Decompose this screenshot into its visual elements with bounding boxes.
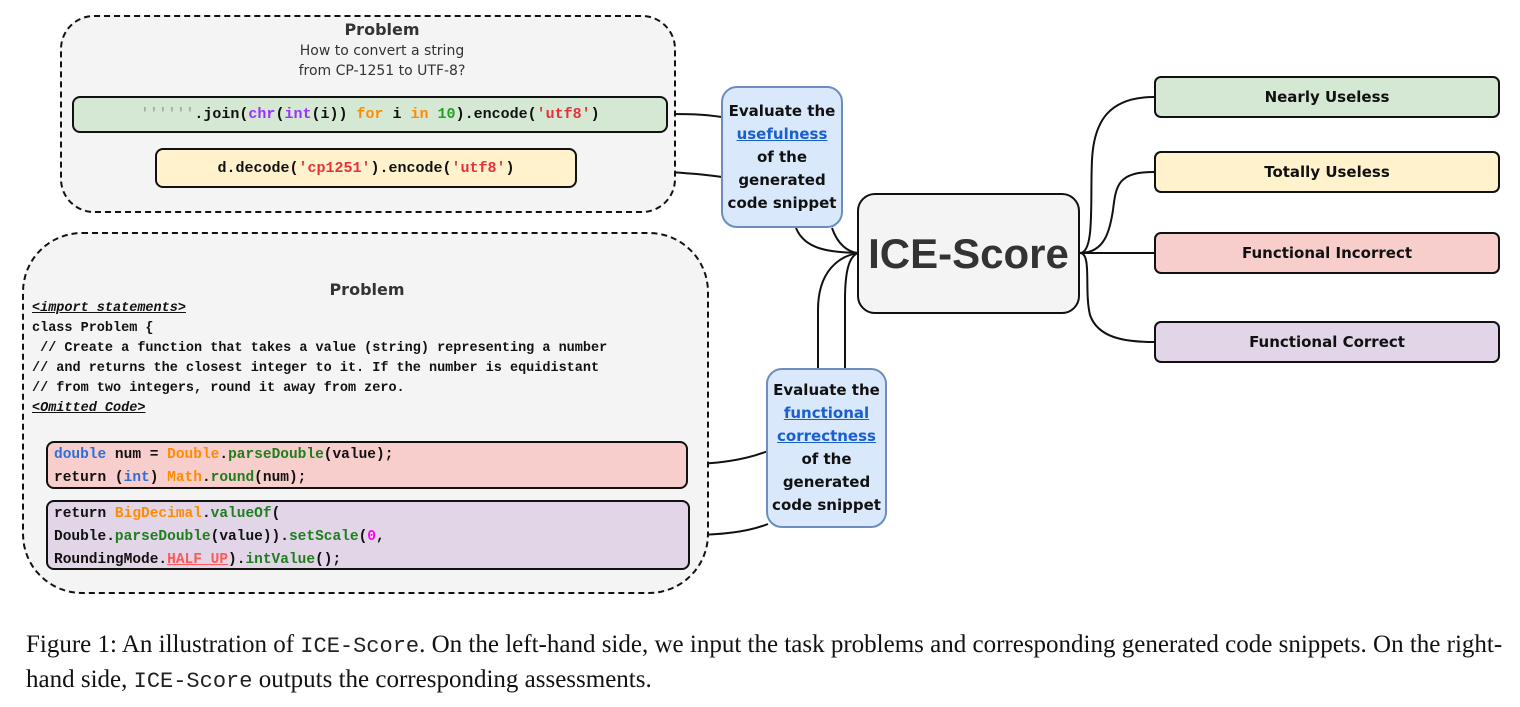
token: Double — [167, 447, 220, 463]
token: '''''' — [140, 106, 195, 123]
token: .join( — [194, 106, 249, 123]
bubble-text: generated — [738, 170, 826, 189]
token: ( — [275, 106, 285, 123]
code-line: return (int) Math.round(num); — [54, 467, 680, 490]
token: return ( — [54, 470, 124, 486]
comment-line-3: // from two integers, round it away from… — [32, 381, 405, 396]
bubble-text: of the — [801, 450, 852, 468]
token: intValue — [245, 552, 316, 568]
token: return — [54, 506, 115, 522]
token: . — [201, 506, 211, 522]
token: ). — [228, 552, 246, 568]
token: HALF_UP — [167, 552, 229, 568]
class-line: class Problem { — [32, 321, 154, 336]
token: double — [54, 447, 107, 463]
code-snippet-join: '''''' .join(chr(int (i)) for i in 10).enc… — [72, 96, 668, 133]
token: parseDouble — [228, 447, 324, 463]
token: 0 — [367, 529, 376, 545]
usefulness-link[interactable]: usefulness — [723, 123, 841, 146]
top-problem-description-line2: from CP-1251 to UTF-8? — [298, 63, 466, 79]
token: RoundingMode. — [54, 552, 168, 568]
bubble-text: Evaluate the — [773, 381, 880, 399]
comment-line-1: // Create a function that takes a value … — [32, 341, 608, 356]
import-statements-tag: <import statements> — [32, 301, 186, 316]
token: Math — [167, 470, 202, 486]
bottom-problem-code: <import statements> class Problem { // C… — [32, 299, 607, 419]
token: ( — [358, 529, 368, 545]
wire-usefulness-to-center-b — [831, 227, 859, 254]
top-problem-title: Problem — [344, 20, 420, 39]
code-line: double num = Double.parseDouble(value); — [54, 444, 680, 467]
token: 10 — [437, 106, 456, 123]
output-functional-correct: Functional Correct — [1154, 321, 1500, 363]
wire-center-to-totally-useless — [1079, 171, 1155, 254]
evaluate-functional-correctness-bubble: Evaluate the functional correctness of t… — [766, 368, 887, 528]
bubble-text: code snippet — [772, 496, 881, 514]
top-problem-description-line1: How to convert a string — [299, 43, 465, 59]
token: 'utf8' — [536, 106, 591, 123]
token: in — [410, 106, 429, 123]
bubble-text: generated — [782, 473, 871, 491]
code-snippet-math-round: double num = Double.parseDouble(value); r… — [46, 441, 688, 489]
token: ) — [149, 470, 168, 486]
output-functional-incorrect: Functional Incorrect — [1154, 232, 1500, 274]
token: (); — [315, 552, 342, 568]
wire-center-to-functional-correct — [1079, 252, 1155, 343]
token: ) — [590, 106, 600, 123]
token: (i)) — [311, 106, 357, 123]
token: (value)). — [210, 529, 289, 545]
output-totally-useless: Totally Useless — [1154, 151, 1500, 193]
bubble-text: Evaluate the — [728, 101, 836, 120]
token: , — [376, 529, 385, 545]
token: round — [210, 470, 255, 486]
token: BigDecimal — [114, 506, 202, 522]
bubble-text: of the — [756, 147, 808, 166]
token: setScale — [288, 529, 359, 545]
token: Double. — [54, 529, 115, 545]
token: num = — [106, 447, 168, 463]
output-nearly-useless: Nearly Useless — [1154, 76, 1500, 118]
omitted-code-tag: <Omitted Code> — [32, 401, 146, 416]
token: . — [201, 470, 211, 486]
ice-score-box: ICE-Score — [857, 193, 1080, 314]
token: ).encode( — [370, 159, 452, 177]
caption-mono-1: ICE-Score — [300, 634, 420, 659]
code-snippet-bigdecimal: return BigDecimal.valueOf(Double.parseDo… — [46, 500, 690, 570]
evaluate-usefulness-bubble: Evaluate the usefulness of the generated… — [721, 86, 843, 228]
bubble-text: code snippet — [727, 193, 837, 212]
caption-mono-2: ICE-Score — [133, 669, 253, 694]
comment-line-2: // and returns the closest integer to it… — [32, 361, 600, 376]
code-line: RoundingMode.HALF_UP).intValue(); — [54, 549, 682, 572]
token: ).encode( — [455, 106, 537, 123]
functional-link[interactable]: functional — [768, 402, 885, 425]
token: ( — [271, 506, 281, 522]
token: chr — [248, 106, 276, 123]
code-line: Double.parseDouble(value)).setScale(0, — [54, 526, 682, 549]
bottom-problem-title: Problem — [329, 280, 405, 299]
token: (value); — [323, 447, 394, 463]
token: 'utf8' — [451, 159, 506, 177]
code-snippet-decode: d.decode('cp1251').encode('utf8') — [155, 148, 577, 188]
token: d.decode( — [217, 159, 299, 177]
token: 'cp1251' — [298, 159, 371, 177]
correctness-link[interactable]: correctness — [768, 425, 885, 448]
caption-prefix: Figure 1: An illustration of — [26, 631, 301, 658]
code-line: return BigDecimal.valueOf( — [54, 503, 682, 526]
token: for — [356, 106, 384, 123]
token: (num); — [254, 470, 307, 486]
token: int — [284, 106, 312, 123]
token: ) — [505, 159, 515, 177]
wire-usefulness-to-center-a — [795, 227, 859, 254]
token: parseDouble — [114, 529, 211, 545]
wire-center-to-nearly-useless — [1079, 96, 1155, 254]
token: valueOf — [210, 506, 272, 522]
wire-functional-to-center-a — [817, 252, 859, 368]
figure-caption: Figure 1: An illustration of ICE-Score. … — [26, 628, 1506, 698]
token: . — [219, 447, 229, 463]
token: i — [383, 106, 411, 123]
caption-suffix: outputs the corresponding assessments. — [252, 666, 652, 693]
token: int — [123, 470, 150, 486]
wire-snippet1-to-usefulness — [667, 113, 723, 118]
